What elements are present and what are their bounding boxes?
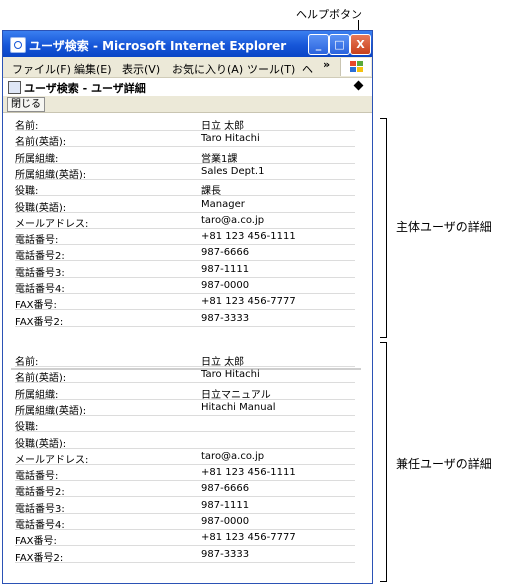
menu-edit[interactable]: 編集(E) <box>74 61 112 77</box>
row-divider <box>15 325 355 327</box>
detail-row: 名前: 日立 太郎 <box>15 351 355 368</box>
primary-user-annotation: 主体ユーザの詳細 <box>396 220 492 234</box>
page-header: ユーザ検索 - ユーザ詳細 <box>3 78 372 96</box>
field-value: +81 123 456-1111 <box>201 467 296 479</box>
field-value: 987-3333 <box>201 548 250 560</box>
ie-app-icon <box>10 37 26 53</box>
detail-row: 所属組織(英語): Hitachi Manual <box>15 400 355 417</box>
detail-row: 所属組織: 日立マニュアル <box>15 384 355 401</box>
field-value: Sales Dept.1 <box>201 165 265 177</box>
field-value: 987-1111 <box>201 499 250 511</box>
detail-row: FAX番号2: 987-3333 <box>15 547 355 564</box>
detail-row: メールアドレス: taro@a.co.jp <box>15 213 355 230</box>
detail-row: 電話番号3: 987-1111 <box>15 498 355 515</box>
browser-window: ユーザ検索 - Microsoft Internet Explorer _ □ … <box>2 30 373 584</box>
menu-file[interactable]: ファイル(F) <box>12 61 71 77</box>
detail-row: 名前(英語): Taro Hitachi <box>15 131 355 148</box>
field-value: taro@a.co.jp <box>201 214 265 226</box>
menu-view[interactable]: 表示(V) <box>122 61 160 77</box>
help-button-callout: ヘルプボタン <box>296 8 362 21</box>
detail-row: 役職(英語): Manager <box>15 197 355 214</box>
help-button[interactable] <box>353 80 364 91</box>
field-value: Taro Hitachi <box>201 133 260 145</box>
menu-more-chevron-icon[interactable]: » <box>323 58 330 71</box>
close-page-button[interactable]: 閉じる <box>7 97 45 112</box>
menu-help[interactable]: ヘ <box>302 61 313 77</box>
detail-row: 電話番号: +81 123 456-1111 <box>15 465 355 482</box>
field-value: 987-0000 <box>201 516 250 527</box>
detail-row: 電話番号4: 987-0000 <box>15 514 355 531</box>
window-title: ユーザ検索 - Microsoft Internet Explorer <box>29 39 287 53</box>
detail-row: 電話番号2: 987-6666 <box>15 245 355 262</box>
field-value: 987-6666 <box>201 483 250 495</box>
detail-row: 所属組織(英語): Sales Dept.1 <box>15 164 355 181</box>
user-search-icon <box>8 81 21 94</box>
maximize-button[interactable]: □ <box>329 34 350 55</box>
detail-row: 電話番号2: 987-6666 <box>15 481 355 498</box>
detail-row: 電話番号3: 987-1111 <box>15 262 355 279</box>
field-value: Hitachi Manual <box>201 401 276 413</box>
field-value: 987-6666 <box>201 247 250 259</box>
detail-row: 役職(英語): <box>15 433 355 450</box>
detail-row: 電話番号4: 987-0000 <box>15 278 355 295</box>
title-bar[interactable]: ユーザ検索 - Microsoft Internet Explorer _ □ … <box>3 31 372 57</box>
detail-row: 電話番号: +81 123 456-1111 <box>15 229 355 246</box>
action-bar: 閉じる <box>3 96 372 113</box>
detail-row: 名前: 日立 太郎 <box>15 115 355 132</box>
field-value: Manager <box>201 198 245 210</box>
close-window-button[interactable]: X <box>350 34 371 55</box>
minimize-button[interactable]: _ <box>308 34 329 55</box>
page-title: ユーザ検索 - ユーザ詳細 <box>24 82 146 95</box>
detail-row: FAX番号: +81 123 456-7777 <box>15 294 355 311</box>
primary-bracket <box>380 118 387 338</box>
field-value: +81 123 456-7777 <box>201 532 296 544</box>
detail-row: メールアドレス: taro@a.co.jp <box>15 449 355 466</box>
detail-row: 名前(英語): Taro Hitachi <box>15 367 355 384</box>
detail-row: 役職: <box>15 416 355 433</box>
secondary-user-annotation: 兼任ユーザの詳細 <box>396 457 492 471</box>
field-value: 987-3333 <box>201 312 250 324</box>
secondary-bracket <box>380 342 387 582</box>
field-value: 987-1111 <box>201 263 250 275</box>
field-value: taro@a.co.jp <box>201 450 265 462</box>
detail-row: FAX番号2: 987-3333 <box>15 311 355 328</box>
menu-favorites[interactable]: お気に入り(A) <box>172 61 243 77</box>
windows-logo-icon <box>340 58 371 76</box>
detail-row: 役職: 課長 <box>15 180 355 197</box>
field-value: +81 123 456-7777 <box>201 296 296 308</box>
menu-tools[interactable]: ツール(T) <box>247 61 295 77</box>
detail-row: FAX番号: +81 123 456-7777 <box>15 530 355 547</box>
field-value: +81 123 456-1111 <box>201 231 296 243</box>
detail-content: 名前: 日立 太郎 名前(英語): Taro Hitachi 所属組織: 営業1課 所属組織… <box>3 113 372 583</box>
field-value: Taro Hitachi <box>201 369 260 381</box>
row-divider <box>15 561 355 563</box>
field-value: 987-0000 <box>201 280 250 291</box>
detail-row: 所属組織: 営業1課 <box>15 148 355 165</box>
menu-bar: ファイル(F) 編集(E) 表示(V) お気に入り(A) ツール(T) ヘ » <box>3 57 372 78</box>
